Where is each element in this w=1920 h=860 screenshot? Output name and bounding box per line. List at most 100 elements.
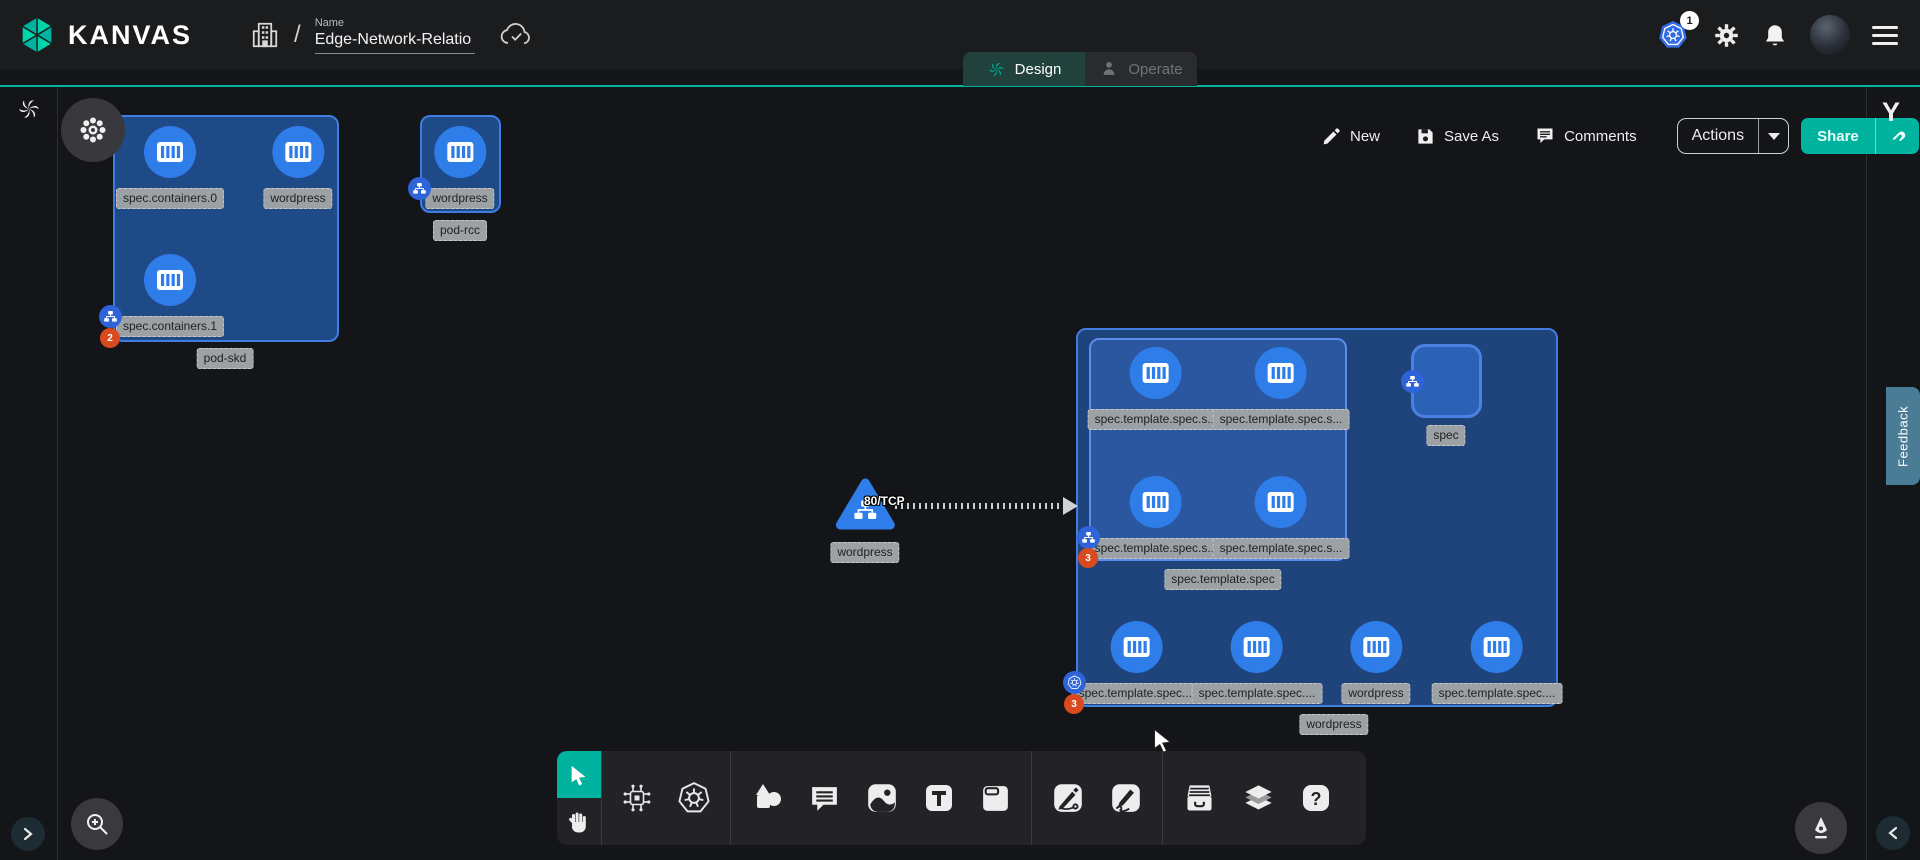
pod-badge[interactable] [408,177,431,200]
breadcrumb-separator: / [294,21,301,49]
pod-badge[interactable] [99,305,122,328]
kanvas-logo-icon[interactable] [16,14,58,56]
actions-button-label: Actions [1678,127,1758,145]
context-count-badge: 1 [1680,11,1699,30]
node-label: spec.template.spec.s... [1213,538,1350,559]
organization-building-icon[interactable] [250,20,280,50]
tab-design[interactable]: Design [963,52,1085,86]
design-spiral-icon [987,60,1006,79]
save-as-button[interactable]: Save As [1416,127,1499,146]
group-label-deployment: wordpress [1299,714,1368,735]
node-container[interactable]: spec.template.spec.... [1192,621,1323,704]
actions-dropdown-button[interactable]: Actions [1677,118,1789,154]
comments-button[interactable]: Comments [1535,126,1637,146]
bottom-toolbar: ? [557,751,1366,845]
node-label: spec.template.spec.... [1072,683,1203,704]
floppy-save-icon [1416,127,1435,146]
container-icon [1111,621,1163,673]
container-icon [144,126,196,178]
image-icon [865,781,899,815]
node-container[interactable]: spec.template.spec.... [1072,621,1203,704]
select-cursor-tool[interactable] [557,751,601,798]
note-tool[interactable] [979,782,1012,815]
node-container[interactable]: spec.template.spec.s... [1213,347,1350,430]
zoom-search-icon [84,811,110,837]
text-tool[interactable] [923,782,955,814]
pod-badge[interactable] [1401,370,1424,393]
node-label: spec.containers.0 [116,188,224,209]
node-container[interactable]: wordpress [425,126,494,209]
node-container[interactable]: spec.containers.0 [116,126,224,209]
node-label: spec.template.spec.... [1192,683,1323,704]
node-container[interactable]: wordpress [1341,621,1410,704]
zoom-search-button[interactable] [71,798,123,850]
group-label-spec-template-spec: spec.template.spec [1164,569,1281,590]
chevron-right-icon [21,827,35,841]
container-icon [1130,476,1182,528]
help-tool[interactable]: ? [1300,782,1332,814]
comment-icon [1535,126,1555,146]
group-label-pod-rcc: pod-rcc [433,220,487,241]
drawer-tool[interactable] [1182,781,1217,816]
container-icon [272,126,324,178]
gear-icon[interactable] [1713,22,1740,49]
node-label: spec.template.spec.... [1432,683,1563,704]
comment-tool[interactable] [808,782,841,815]
tab-design-label: Design [1015,61,1062,78]
design-name-field[interactable]: Name Edge-Network-Relatio [315,17,475,54]
comments-button-label: Comments [1564,128,1637,145]
right-strip-divider [1866,86,1867,860]
edge-pen-tool[interactable] [1051,781,1085,815]
group-label-pod-skd: pod-skd [197,348,254,369]
hamburger-menu-icon[interactable] [1872,26,1898,45]
kubernetes-context-icon[interactable]: 1 [1657,19,1691,51]
components-chip-tool[interactable] [621,782,653,814]
avatar[interactable] [1810,15,1850,55]
kubernetes-tool[interactable] [677,781,711,815]
bell-icon[interactable] [1762,22,1788,49]
kubernetes-badge-icon[interactable] [1063,671,1086,694]
y-icon[interactable]: Y [1882,97,1900,128]
spiral-icon[interactable] [16,96,42,127]
save-as-button-label: Save As [1444,128,1499,145]
edge-arrowhead-icon [1063,497,1078,515]
shapes-icon [750,781,784,815]
actions-caret-button[interactable] [1758,118,1788,154]
node-container[interactable]: spec.template.spec.s... [1088,476,1225,559]
tab-operate[interactable]: Operate [1085,52,1197,86]
left-strip-divider [57,86,58,860]
pen-nib-button[interactable] [1795,802,1847,854]
node-container[interactable]: spec.template.spec.s... [1213,476,1350,559]
node-label: wordpress [830,542,899,563]
flower-gear-icon [79,116,107,144]
image-tool[interactable] [865,781,899,815]
edge-port-label: 80/TCP [864,494,905,508]
node-container[interactable]: spec.containers.1 [116,254,224,337]
pencil-squiggle-icon [1109,781,1143,815]
share-button[interactable]: Share [1801,118,1919,154]
node-label: spec.template.spec.s... [1213,409,1350,430]
question-icon: ? [1300,782,1332,814]
service-edge[interactable] [895,503,1067,509]
error-count-badge[interactable]: 3 [1078,548,1098,568]
chevron-left-icon [1886,826,1900,840]
cluster-flower-button[interactable] [61,98,125,162]
node-container[interactable]: spec.template.spec.s... [1088,347,1225,430]
layers-tool[interactable] [1241,781,1276,816]
node-container[interactable]: spec.template.spec.... [1432,621,1563,704]
error-count-badge[interactable]: 2 [100,328,120,348]
name-field-value[interactable]: Edge-Network-Relatio [315,31,475,54]
error-count-badge[interactable]: 3 [1064,694,1084,714]
feedback-tab[interactable]: Feedback [1886,387,1920,485]
freehand-draw-tool[interactable] [1109,781,1143,815]
operate-people-icon [1099,59,1119,79]
new-button[interactable]: New [1322,127,1380,146]
expand-right-button[interactable] [11,817,45,851]
pan-hand-tool[interactable] [557,798,601,845]
collapse-left-button[interactable] [1876,816,1910,850]
node-service-wordpress[interactable]: wordpress [830,476,899,563]
shapes-tool[interactable] [750,781,784,815]
pod-badge[interactable] [1077,526,1100,549]
node-container[interactable]: wordpress [263,126,332,209]
caret-down-icon [1768,133,1780,140]
